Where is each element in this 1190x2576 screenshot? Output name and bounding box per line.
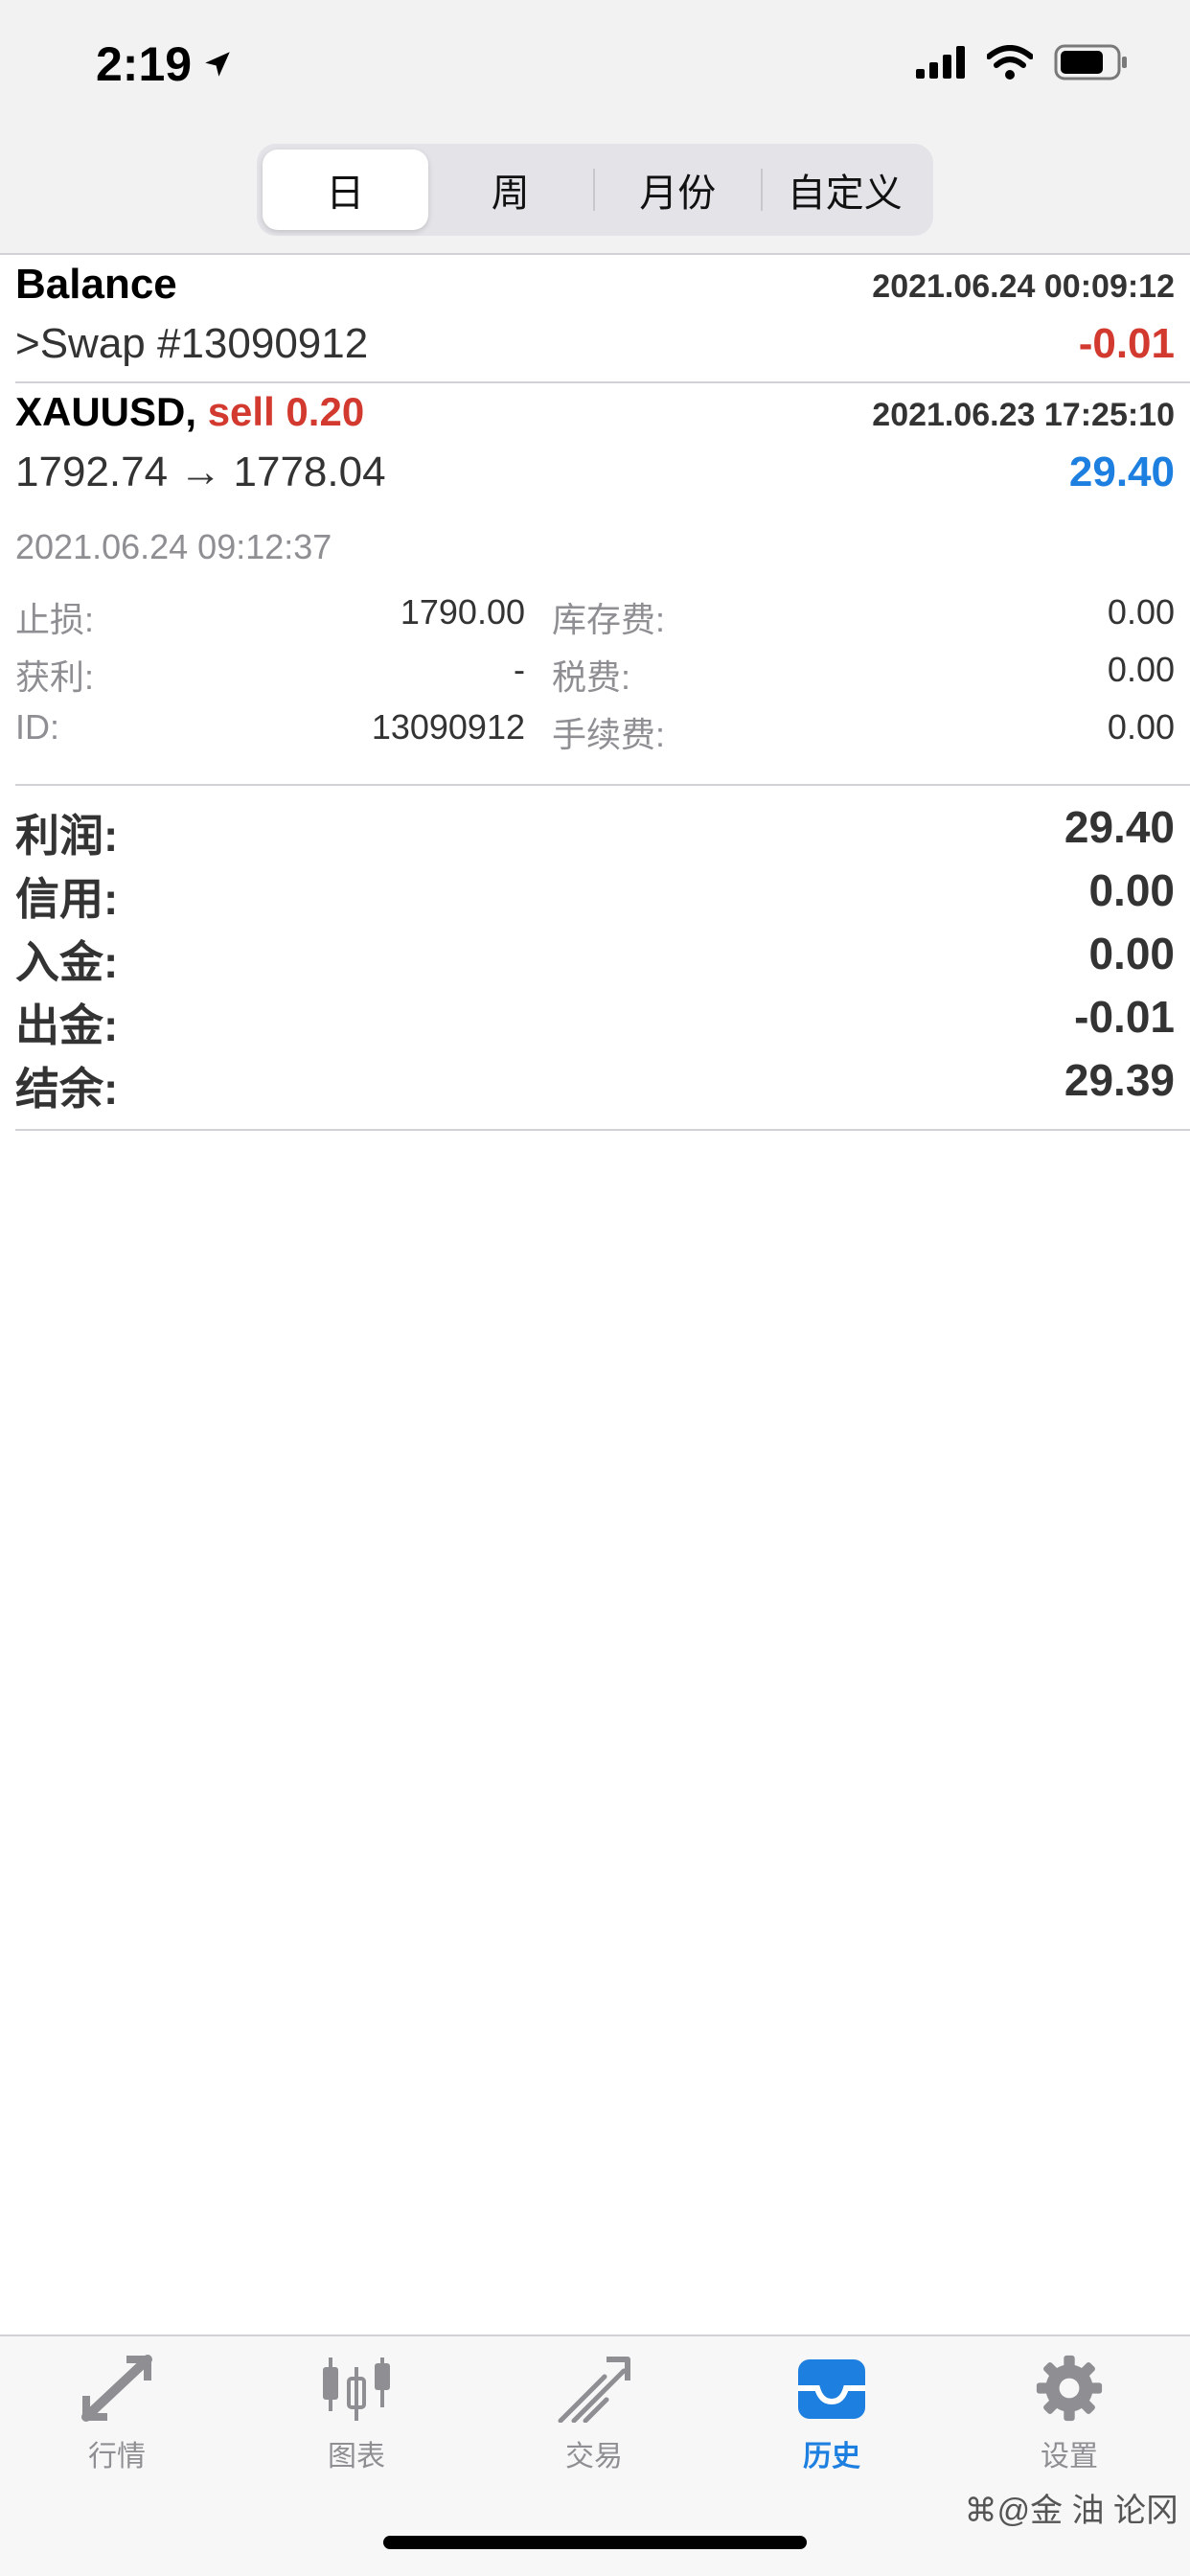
- trade-prices: 1792.74 → 1778.04: [15, 448, 386, 495]
- trade-close-datetime: 2021.06.24 09:12:37: [15, 527, 332, 566]
- segment-day[interactable]: 日: [263, 150, 428, 230]
- tab-chart[interactable]: 图表: [270, 2354, 443, 2474]
- tp-label: 获利:: [15, 657, 95, 697]
- summary-credit-label: 信用:: [15, 874, 119, 924]
- id-value: 13090912: [371, 707, 525, 747]
- tax-label: 税费:: [552, 657, 631, 697]
- summary-balance-value: 29.39: [1064, 1055, 1175, 1105]
- tab-settings[interactable]: 设置: [983, 2354, 1156, 2474]
- location-arrow-icon: [205, 52, 230, 77]
- summary-profit-value: 29.40: [1064, 802, 1175, 852]
- signal-icon: [916, 46, 965, 79]
- fee-value: 0.00: [1107, 707, 1175, 747]
- sl-value: 1790.00: [400, 592, 525, 632]
- fee-label: 手续费:: [552, 715, 666, 754]
- divider: [0, 253, 1190, 255]
- tp-value: -: [514, 650, 525, 689]
- history-screen: 2:19 日 周 月份 自定义 Balance 2021.06.24 00:09…: [0, 0, 1190, 2576]
- divider: [15, 1129, 1190, 1131]
- trade-profit: 29.40: [1068, 448, 1175, 495]
- trade-side: sell 0.20: [207, 389, 365, 434]
- divider: [15, 381, 1190, 383]
- watermark-logo-icon: ⌘: [964, 2493, 997, 2529]
- segment-month[interactable]: 月份: [595, 150, 761, 230]
- history-icon: [798, 2359, 865, 2419]
- swap-label: 库存费:: [552, 600, 666, 639]
- summary-deposit-value: 0.00: [1088, 929, 1175, 978]
- settings-icon: [1036, 2355, 1103, 2422]
- segment-week[interactable]: 周: [428, 150, 594, 230]
- chart-icon: [323, 2358, 390, 2421]
- swap-value: 0.00: [1107, 592, 1175, 632]
- battery-icon: [1054, 44, 1127, 80]
- header: 2:19 日 周 月份 自定义: [0, 0, 1190, 253]
- summary-withdrawal-value: -0.01: [1074, 992, 1175, 1042]
- trade-open-datetime: 2021.06.23 17:25:10: [872, 397, 1175, 433]
- tab-history[interactable]: 历史: [745, 2354, 918, 2474]
- watermark: ⌘@金 油 论冈: [964, 2493, 1179, 2529]
- status-icons: [916, 44, 1129, 80]
- summary-profit-label: 利润:: [15, 811, 119, 861]
- segment-custom[interactable]: 自定义: [763, 150, 928, 230]
- deal-title: Balance: [15, 261, 177, 308]
- id-label: ID:: [15, 707, 60, 747]
- sl-label: 止损:: [15, 600, 95, 639]
- divider: [15, 784, 1190, 786]
- summary-withdrawal-label: 出金:: [15, 1000, 119, 1050]
- deal-comment: >Swap #13090912: [15, 320, 369, 367]
- wifi-icon: [987, 45, 1033, 80]
- tab-quotes[interactable]: 行情: [31, 2354, 203, 2474]
- status-time: 2:19: [96, 36, 234, 92]
- summary-credit-value: 0.00: [1088, 865, 1175, 915]
- trade-icon: [558, 2357, 630, 2423]
- tab-trade[interactable]: 交易: [508, 2354, 680, 2474]
- summary-balance-label: 结余:: [15, 1064, 119, 1114]
- quotes-icon: [81, 2355, 152, 2422]
- deal-datetime: 2021.06.24 00:09:12: [872, 268, 1175, 305]
- summary-deposit-label: 入金:: [15, 937, 119, 987]
- trade-symbol: XAUUSD,: [15, 389, 197, 434]
- period-segmented-control: 日 周 月份 自定义: [257, 144, 933, 236]
- deal-amount: -0.01: [1078, 320, 1175, 367]
- home-indicator[interactable]: [383, 2536, 807, 2549]
- tax-value: 0.00: [1107, 650, 1175, 689]
